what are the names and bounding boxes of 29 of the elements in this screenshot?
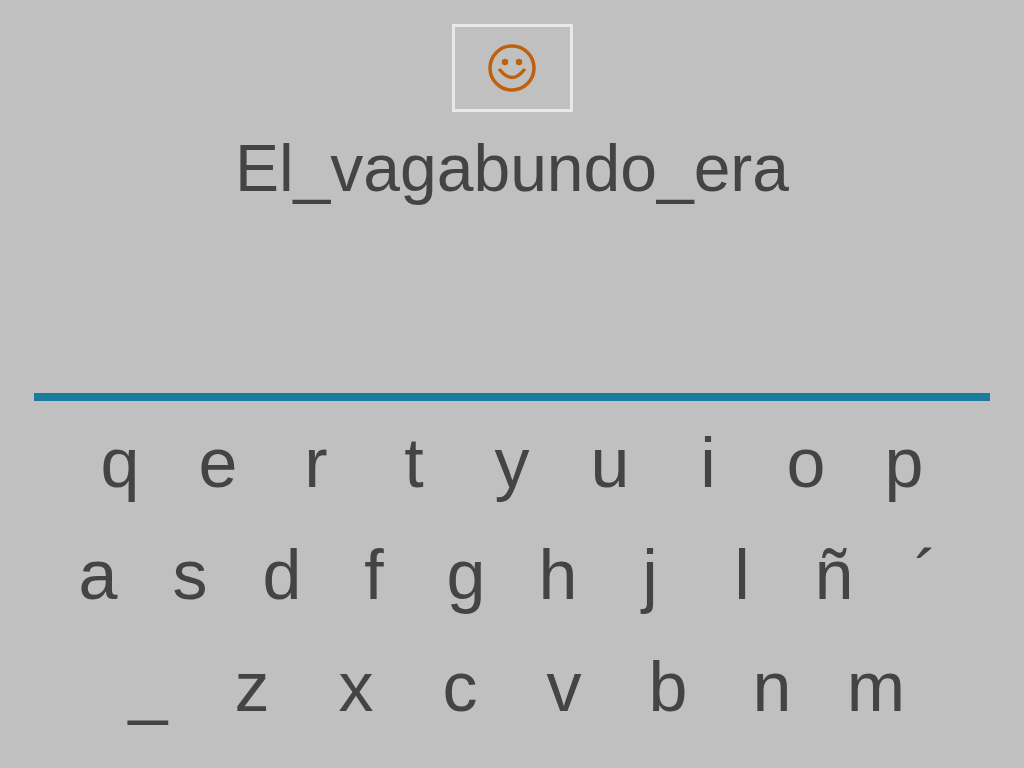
letter-key[interactable]: d <box>252 527 312 623</box>
letter-key[interactable]: m <box>846 639 906 735</box>
letter-key[interactable]: z <box>222 639 282 735</box>
letter-key[interactable]: _ <box>118 639 178 735</box>
smiley-icon <box>487 43 537 93</box>
letter-key[interactable]: t <box>384 415 444 511</box>
letter-key[interactable]: u <box>580 415 640 511</box>
letter-key[interactable]: n <box>742 639 802 735</box>
letter-key[interactable]: s <box>160 527 220 623</box>
letter-key[interactable]: h <box>528 527 588 623</box>
letter-key[interactable]: v <box>534 639 594 735</box>
letter-key[interactable]: r <box>286 415 346 511</box>
letter-key[interactable]: x <box>326 639 386 735</box>
letter-key[interactable]: q <box>90 415 150 511</box>
letter-key[interactable]: y <box>482 415 542 511</box>
letter-key[interactable]: e <box>188 415 248 511</box>
phrase-text: El_vagabundo_era <box>234 130 790 207</box>
letter-key[interactable]: ñ <box>804 527 864 623</box>
letter-key[interactable]: j <box>620 527 680 623</box>
letter-key[interactable]: c <box>430 639 490 735</box>
letter-key[interactable]: l <box>712 527 772 623</box>
letter-key[interactable]: g <box>436 527 496 623</box>
letter-key[interactable]: p <box>874 415 934 511</box>
letter-key[interactable]: f <box>344 527 404 623</box>
letter-key[interactable]: b <box>638 639 698 735</box>
letter-key[interactable]: ´ <box>896 527 956 623</box>
letter-key[interactable]: a <box>68 527 128 623</box>
letter-key[interactable]: o <box>776 415 836 511</box>
letter-key[interactable]: i <box>678 415 738 511</box>
